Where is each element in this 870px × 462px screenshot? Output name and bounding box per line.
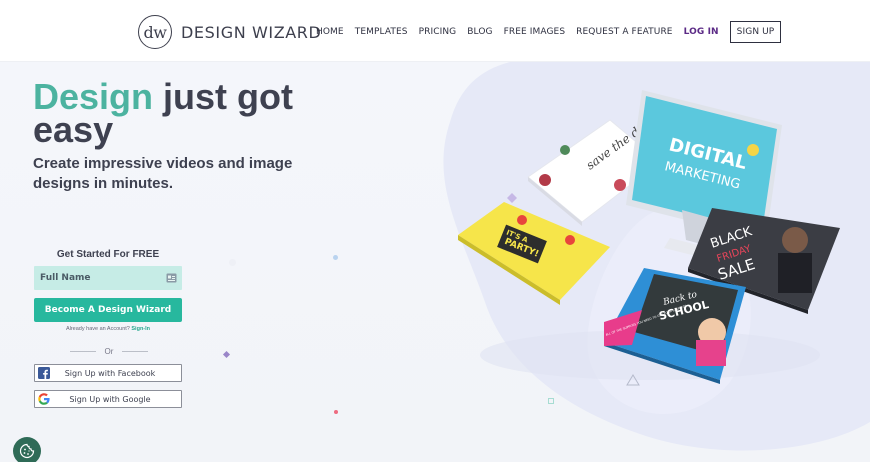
facebook-signup-button[interactable]: Sign Up with Facebook — [34, 364, 182, 382]
logo[interactable]: dw DESIGN WIZARD — [138, 15, 321, 49]
nav-free-images[interactable]: FREE IMAGES — [504, 27, 566, 37]
id-card-icon — [166, 273, 177, 283]
main-nav: HOME TEMPLATES PRICING BLOG FREE IMAGES … — [316, 21, 782, 43]
decor-dot — [334, 410, 338, 414]
hero-headline: Design just got easy — [33, 79, 353, 148]
cookie-icon — [19, 443, 35, 459]
facebook-icon — [35, 365, 53, 381]
site-header: dw DESIGN WIZARD HOME TEMPLATES PRICING … — [0, 0, 870, 62]
templates-illustration: save the date DIGITAL MARKETING IT'S A P… — [458, 90, 840, 386]
or-label: Or — [104, 346, 114, 356]
login-link[interactable]: LOG IN — [684, 27, 719, 37]
nav-pricing[interactable]: PRICING — [419, 27, 457, 37]
signup-button[interactable]: SIGN UP — [729, 21, 782, 43]
already-account-label: Already have an Account? — [65, 326, 130, 332]
divider-line-left — [70, 350, 96, 352]
become-design-wizard-button[interactable]: Become A Design Wizard — [34, 298, 182, 322]
divider-line-right — [121, 350, 148, 352]
facebook-button-label: Sign Up with Facebook — [64, 368, 156, 378]
logo-monogram: dw — [138, 15, 172, 49]
page: dw DESIGN WIZARD HOME TEMPLATES PRICING … — [0, 0, 870, 462]
decor-dot — [229, 259, 236, 266]
nav-request-feature[interactable]: REQUEST A FEATURE — [576, 27, 672, 37]
hero-subhead: Create impressive videos and image desig… — [33, 155, 293, 192]
signin-link[interactable]: Sign-In — [131, 326, 150, 332]
nav-home[interactable]: HOME — [316, 27, 344, 37]
cookie-settings-button[interactable] — [13, 437, 41, 462]
logo-text: DESIGN WIZARD — [181, 22, 322, 42]
google-icon — [35, 391, 53, 407]
decor-dot — [333, 255, 338, 260]
nav-templates[interactable]: TEMPLATES — [355, 27, 408, 37]
full-name-input[interactable] — [34, 266, 182, 290]
form-title: Get Started For FREE — [56, 249, 160, 260]
or-divider: Or — [70, 345, 148, 357]
already-account-text: Already have an Account? Sign-In — [34, 326, 182, 332]
nav-blog[interactable]: BLOG — [467, 27, 492, 37]
google-signup-button[interactable]: Sign Up with Google — [34, 390, 182, 408]
google-button-label: Sign Up with Google — [69, 394, 151, 404]
